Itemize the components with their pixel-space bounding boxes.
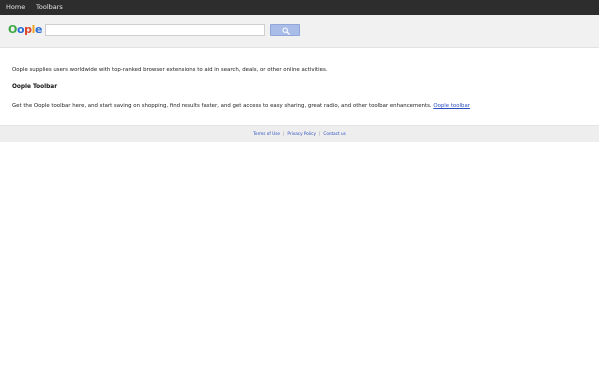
logo-letter: o bbox=[16, 23, 25, 36]
search-input[interactable] bbox=[45, 24, 265, 36]
nav-home-link[interactable]: Home bbox=[6, 0, 25, 15]
section-heading: Oople Toolbar bbox=[12, 84, 58, 90]
footer-links: Terms of Use | Privacy Policy | Contact us bbox=[0, 126, 599, 142]
footer-separator: | bbox=[283, 131, 285, 136]
contact-us-link[interactable]: Contact us bbox=[323, 131, 345, 136]
section-paragraph: Get the Oople toolbar here, and start sa… bbox=[12, 102, 470, 110]
oople-logo[interactable]: Oople bbox=[8, 23, 42, 37]
footer-separator: | bbox=[318, 131, 321, 136]
footer: Terms of Use | Privacy Policy | Contact us bbox=[0, 125, 599, 142]
top-navigation-bar: Home Toolbars bbox=[0, 0, 599, 15]
nav-toolbars-link[interactable]: Toolbars bbox=[36, 0, 63, 15]
oople-toolbar-link[interactable]: Oople toolbar bbox=[433, 103, 470, 109]
search-button[interactable] bbox=[270, 24, 300, 36]
logo-letter: p bbox=[24, 23, 32, 36]
section-text: Get the Oople toolbar here, and start sa… bbox=[12, 103, 434, 109]
search-icon bbox=[282, 27, 290, 35]
logo-letter: O bbox=[8, 23, 17, 36]
search-header: Oople bbox=[0, 15, 599, 48]
terms-of-use-link[interactable]: Terms of Use bbox=[253, 131, 280, 136]
logo-letter: e bbox=[34, 23, 43, 36]
privacy-policy-link[interactable]: Privacy Policy bbox=[287, 131, 316, 136]
intro-text: Oople supplies users worldwide with top-… bbox=[12, 67, 328, 73]
